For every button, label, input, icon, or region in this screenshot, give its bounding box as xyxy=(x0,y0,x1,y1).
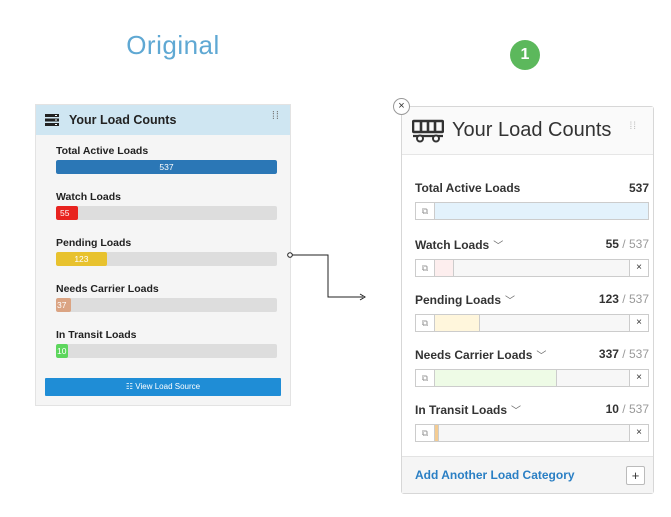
original-widget: Your Load Counts ⁞⁞ Total Active Loads 53… xyxy=(35,104,291,406)
arrow-connector xyxy=(287,252,366,301)
original-item-bar: 123 xyxy=(56,252,277,266)
chevron-down-icon[interactable]: ﹀ xyxy=(511,406,521,417)
load-progress-fill xyxy=(435,315,480,331)
original-item-label: In Transit Loads xyxy=(56,329,137,341)
load-category-label[interactable]: Watch Loads xyxy=(415,238,489,252)
load-category-label[interactable]: In Transit Loads xyxy=(415,403,507,417)
load-category-row: Watch Loads ﹀ 55 / 537 ⧉ × xyxy=(402,237,655,277)
add-load-category-link[interactable]: Add Another Load Category xyxy=(415,468,575,482)
close-widget-button[interactable]: × xyxy=(393,98,410,115)
drag-handle-icon[interactable]: ⁞⁞ xyxy=(272,111,280,122)
load-count: 55 xyxy=(605,237,619,251)
load-progress-bar xyxy=(434,424,630,442)
load-category-row: In Transit Loads ﹀ 10 / 537 ⧉ × xyxy=(402,402,655,442)
remove-category-button[interactable]: × xyxy=(630,424,649,442)
original-item-bar: 37 xyxy=(56,298,277,312)
load-total: 537 xyxy=(628,237,649,251)
new-widget-footer: Add Another Load Category + xyxy=(402,456,653,493)
remove-category-button[interactable]: × xyxy=(630,259,649,277)
original-widget-title: Your Load Counts xyxy=(69,113,177,127)
chevron-down-icon[interactable]: ﹀ xyxy=(505,296,515,307)
load-progress-fill xyxy=(435,260,455,276)
original-item: Pending Loads 123 xyxy=(56,237,278,266)
original-item-label: Pending Loads xyxy=(56,237,132,249)
original-item: Watch Loads 55 xyxy=(56,191,278,220)
external-link-icon[interactable]: ⧉ xyxy=(415,314,434,332)
original-item-label: Needs Carrier Loads xyxy=(56,283,159,295)
external-link-icon[interactable]: ⧉ xyxy=(415,202,434,220)
load-progress-bar xyxy=(434,369,630,387)
load-progress-bar xyxy=(434,259,630,277)
load-count: 537 xyxy=(628,181,649,195)
external-link-icon[interactable]: ⧉ xyxy=(415,369,434,387)
load-value: 10 / 537 xyxy=(605,402,649,416)
original-title: Original xyxy=(126,30,220,60)
original-item: Needs Carrier Loads 37 xyxy=(56,283,278,312)
original-item-bar: 10 xyxy=(56,344,277,358)
new-widget-header: Your Load Counts ⁞⁞ xyxy=(402,107,653,155)
load-category-row: Total Active Loads 537 ⧉ xyxy=(402,181,655,220)
external-link-icon[interactable]: ⧉ xyxy=(415,259,434,277)
original-item-label: Total Active Loads xyxy=(56,145,149,157)
original-item-fill: 537 xyxy=(56,160,277,174)
original-item: In Transit Loads 10 xyxy=(56,329,278,358)
original-item-fill: 123 xyxy=(56,252,107,266)
original-item: Total Active Loads 537 xyxy=(56,145,278,174)
new-widget-title: Your Load Counts xyxy=(452,119,612,141)
original-item-value: 55 xyxy=(60,208,70,218)
load-category-row: Pending Loads ﹀ 123 / 537 ⧉ × xyxy=(402,292,655,332)
load-total: 537 xyxy=(628,347,649,361)
load-total: 537 xyxy=(628,402,649,416)
add-icon[interactable]: + xyxy=(626,465,645,485)
original-item-label: Watch Loads xyxy=(56,191,121,203)
load-category-label[interactable]: Needs Carrier Loads xyxy=(415,348,532,362)
original-items: Total Active Loads 537 Watch Loads 55 Pendin… xyxy=(36,135,290,358)
original-item-fill: 37 xyxy=(56,298,72,312)
remove-category-button[interactable]: × xyxy=(630,369,649,387)
server-icon xyxy=(45,114,59,126)
truck-icon xyxy=(412,119,444,142)
original-item-fill: 10 xyxy=(56,344,68,358)
load-count: 10 xyxy=(605,402,619,416)
external-link-icon[interactable]: ⧉ xyxy=(415,424,434,442)
load-progress-bar xyxy=(434,202,649,220)
remove-category-button[interactable]: × xyxy=(630,314,649,332)
load-value: 123 / 537 xyxy=(598,292,649,306)
load-count: 337 xyxy=(598,347,619,361)
load-value: 337 / 537 xyxy=(598,347,649,361)
load-progress-bar xyxy=(434,314,630,332)
load-count: 123 xyxy=(598,292,619,306)
new-widget: Your Load Counts ⁞⁞ Total Active Loads 53… xyxy=(401,106,654,494)
load-total: 537 xyxy=(628,292,649,306)
load-progress-fill xyxy=(435,370,558,386)
original-item-fill: 55 xyxy=(56,206,79,220)
step-badge: 1 xyxy=(510,40,540,70)
original-widget-header: Your Load Counts ⁞⁞ xyxy=(36,105,290,135)
original-item-bar: 537 xyxy=(56,160,277,174)
load-value: 537 xyxy=(629,181,649,195)
load-category-label: Total Active Loads xyxy=(415,181,521,195)
load-value: 55 / 537 xyxy=(605,237,649,251)
original-item-value: 10 xyxy=(57,346,67,356)
load-category-row: Needs Carrier Loads ﹀ 337 / 537 ⧉ × xyxy=(402,347,655,387)
chevron-down-icon[interactable]: ﹀ xyxy=(493,241,503,252)
view-load-source-button[interactable]: ☷ View Load Source xyxy=(45,378,281,396)
original-item-value: 37 xyxy=(57,300,67,310)
load-progress-fill xyxy=(435,425,439,441)
load-progress-fill xyxy=(435,203,648,219)
drag-handle-icon[interactable]: ⁞⁞ xyxy=(629,122,637,132)
original-item-bar: 55 xyxy=(56,206,277,220)
original-item-value: 123 xyxy=(74,254,89,264)
original-item-value: 537 xyxy=(159,162,174,172)
load-category-label[interactable]: Pending Loads xyxy=(415,293,501,307)
chevron-down-icon[interactable]: ﹀ xyxy=(536,351,546,362)
